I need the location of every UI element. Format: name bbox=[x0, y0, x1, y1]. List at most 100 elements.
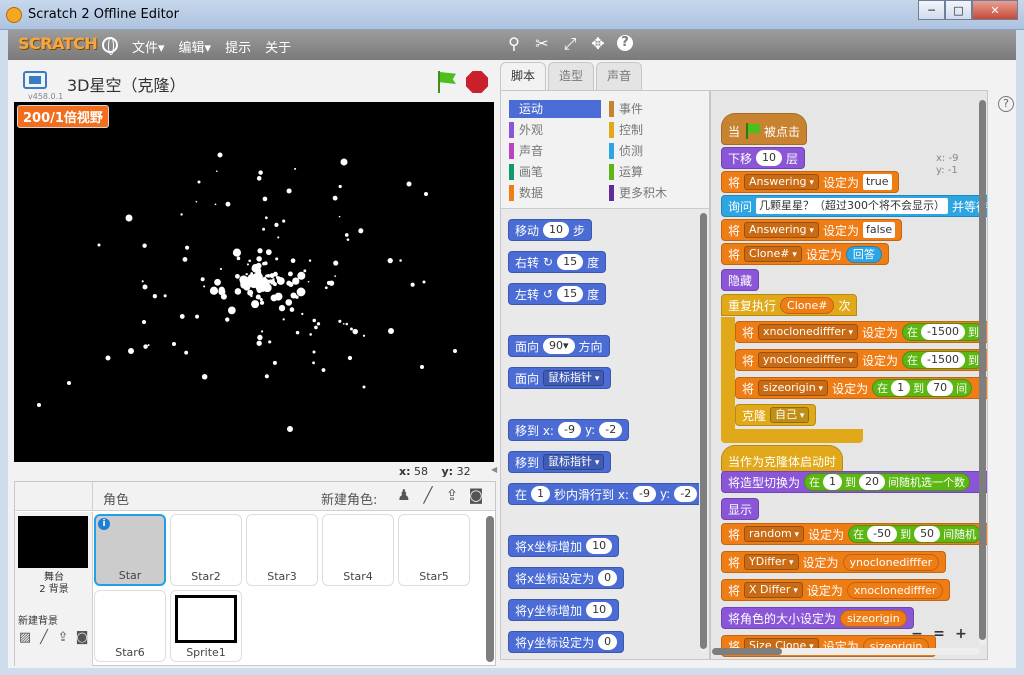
green-flag-icon[interactable] bbox=[435, 71, 457, 93]
sprite-library-icon[interactable]: ♟ bbox=[395, 486, 413, 504]
minimize-button[interactable]: ─ bbox=[918, 0, 945, 20]
menu-edit[interactable]: 编辑▾ bbox=[179, 37, 212, 56]
block-when-flag-clicked[interactable]: 当 被点击 bbox=[721, 113, 808, 145]
presentation-mode-icon[interactable] bbox=[23, 71, 47, 89]
duplicate-icon[interactable]: ⚲ bbox=[505, 35, 523, 53]
block-show[interactable]: 显示 bbox=[721, 498, 760, 520]
sprite-tile-star2[interactable]: Star2 bbox=[170, 514, 242, 586]
stage-selector[interactable]: 舞台 2 背景 新建背景 ▨ ╱ ⇪ ◙ bbox=[15, 512, 93, 666]
shrink-icon[interactable]: ✥ bbox=[589, 35, 607, 53]
block-set-random[interactable]: 将random设定为 在-50到50间随机 bbox=[721, 523, 987, 545]
block-move-steps[interactable]: 移动 10 步 bbox=[508, 219, 593, 241]
block-set-clone-count[interactable]: 将Clone#设定为 回答 bbox=[721, 243, 889, 265]
block-set-ynoclonediffer[interactable]: 将ynoclonedifffer设定为 在-1500到 bbox=[735, 349, 987, 371]
sprite-tile-sprite1[interactable]: Sprite1 bbox=[170, 590, 242, 662]
variable-monitor[interactable]: 200/1倍视野 bbox=[17, 105, 109, 128]
menu-file[interactable]: 文件▾ bbox=[132, 37, 165, 56]
category-looks[interactable]: 外观 bbox=[509, 121, 601, 139]
menu-about[interactable]: 关于 bbox=[265, 37, 291, 56]
block-switch-costume[interactable]: 将造型切换为 在 1 到 20 间随机选一个数 bbox=[721, 471, 987, 493]
block-point-towards[interactable]: 面向 鼠标指针 bbox=[508, 367, 612, 389]
scratch-logo[interactable]: SCRATCH bbox=[18, 34, 98, 53]
block-set-answering-false[interactable]: 将Answering设定为false bbox=[721, 219, 903, 241]
collapse-arrow-icon[interactable]: ◀ bbox=[491, 465, 498, 475]
block-help-icon[interactable]: ? bbox=[998, 96, 1014, 112]
scripts-horizontal-scrollbar[interactable] bbox=[712, 648, 980, 655]
block-point-in-direction[interactable]: 面向 90▾ 方向 bbox=[508, 335, 610, 357]
block-turn-left[interactable]: 左转 ↺ 15 度 bbox=[508, 283, 607, 305]
repeat-arm bbox=[721, 317, 735, 435]
block-go-to-xy[interactable]: 移到 x: -9 y: -2 bbox=[508, 419, 630, 441]
category-operators[interactable]: 运算 bbox=[609, 163, 701, 181]
backdrop-library-icon[interactable]: ▨ bbox=[17, 629, 33, 647]
block-go-back-layers[interactable]: 下移 10 层 bbox=[721, 147, 806, 169]
scripts-area[interactable]: x: -9 y: -1 当 被点击 下移10层 将Answering设定为tru… bbox=[710, 90, 988, 660]
project-title[interactable]: 3D星空（克隆） bbox=[67, 72, 186, 96]
block-repeat[interactable]: 重复执行 Clone# 次 bbox=[721, 294, 858, 316]
camera-icon[interactable]: ◙ bbox=[467, 486, 485, 504]
block-go-to[interactable]: 移到 鼠标指针 bbox=[508, 451, 612, 473]
palette-scrollbar[interactable] bbox=[700, 213, 707, 653]
delete-icon[interactable]: ✂ bbox=[533, 35, 551, 53]
block-set-ydiffer[interactable]: 将YDiffer设定为 ynoclonedifffer bbox=[721, 551, 947, 573]
zoom-reset-icon[interactable]: = bbox=[930, 625, 948, 643]
category-sound[interactable]: 声音 bbox=[509, 142, 601, 160]
backdrop-camera-icon[interactable]: ◙ bbox=[74, 629, 90, 647]
info-icon[interactable]: i bbox=[98, 518, 110, 530]
category-motion[interactable]: 运动 bbox=[509, 100, 601, 118]
block-set-xnoclonediffer[interactable]: 将xnoclonedifffer设定为 在-1500到 bbox=[735, 321, 987, 343]
block-change-x[interactable]: 将x坐标增加 10 bbox=[508, 535, 620, 557]
block-set-y[interactable]: 将y坐标设定为 0 bbox=[508, 631, 625, 653]
paint-brush-icon[interactable]: ╱ bbox=[419, 486, 437, 504]
block-set-xdiffer[interactable]: 将X Differ设定为 xnoclonedifffer bbox=[721, 579, 951, 601]
sprite-tile-star3[interactable]: Star3 bbox=[246, 514, 318, 586]
sprite-tile-star[interactable]: i Star bbox=[94, 514, 166, 586]
grow-icon[interactable]: ⤢ bbox=[561, 35, 579, 53]
zoom-in-icon[interactable]: + bbox=[952, 625, 970, 643]
block-set-x[interactable]: 将x坐标设定为 0 bbox=[508, 567, 625, 589]
category-control[interactable]: 控制 bbox=[609, 121, 701, 139]
language-globe-icon[interactable] bbox=[102, 37, 118, 55]
stop-sign-icon[interactable] bbox=[466, 71, 488, 93]
category-events[interactable]: 事件 bbox=[609, 100, 701, 118]
block-change-y[interactable]: 将y坐标增加 10 bbox=[508, 599, 620, 621]
maximize-button[interactable]: □ bbox=[945, 0, 972, 20]
block-set-size[interactable]: 将角色的大小设定为 sizeorigin bbox=[721, 607, 914, 629]
block-glide[interactable]: 在 1 秒内滑行到 x: -9 y: -2 bbox=[508, 483, 699, 505]
tab-scripts[interactable]: 脚本 bbox=[500, 62, 547, 90]
star-dot bbox=[282, 219, 286, 223]
block-ask-and-wait[interactable]: 询问 几颗星星？（超过300个将不会显示） 并等待 bbox=[721, 195, 987, 217]
backdrop-upload-icon[interactable]: ⇪ bbox=[55, 629, 71, 647]
stage-canvas[interactable]: 200/1倍视野 bbox=[14, 102, 494, 462]
star-dot bbox=[321, 368, 326, 373]
stage-thumbnail[interactable] bbox=[18, 516, 88, 568]
turn-right-icon: ↻ bbox=[543, 255, 554, 269]
sprites-scrollbar[interactable] bbox=[486, 516, 494, 662]
tab-costumes[interactable]: 造型 bbox=[548, 62, 595, 90]
category-data[interactable]: 数据 bbox=[509, 184, 601, 202]
sprite-tile-star6[interactable]: Star6 bbox=[94, 590, 166, 662]
zoom-out-icon[interactable]: − bbox=[908, 625, 926, 643]
block-when-start-as-clone[interactable]: 当作为克隆体启动时 bbox=[721, 445, 844, 473]
category-pen[interactable]: 画笔 bbox=[509, 163, 601, 181]
star-dot bbox=[309, 333, 312, 336]
scripts-vertical-scrollbar[interactable] bbox=[979, 100, 986, 645]
backdrop-paint-icon[interactable]: ╱ bbox=[36, 629, 52, 647]
star-dot bbox=[67, 381, 71, 385]
star-dot bbox=[228, 306, 236, 315]
close-button[interactable]: ✕ bbox=[972, 0, 1018, 20]
block-turn-right[interactable]: 右转 ↻ 15 度 bbox=[508, 251, 607, 273]
menu-tips[interactable]: 提示 bbox=[225, 37, 251, 56]
help-icon[interactable]: ? bbox=[617, 35, 633, 51]
category-more-blocks[interactable]: 更多积木 bbox=[609, 184, 701, 202]
upload-icon[interactable]: ⇪ bbox=[443, 486, 461, 504]
block-hide[interactable]: 隐藏 bbox=[721, 269, 760, 291]
sprite-tile-star5[interactable]: Star5 bbox=[398, 514, 470, 586]
block-set-answering-true[interactable]: 将Answering设定为true bbox=[721, 171, 899, 193]
category-sensing[interactable]: 侦测 bbox=[609, 142, 701, 160]
star-dot bbox=[234, 288, 242, 295]
tab-sounds[interactable]: 声音 bbox=[596, 62, 643, 90]
block-create-clone[interactable]: 克隆 自己 bbox=[735, 404, 817, 426]
block-set-sizeorigin[interactable]: 将sizeorigin设定为 在1到70间 bbox=[735, 377, 987, 399]
sprite-tile-star4[interactable]: Star4 bbox=[322, 514, 394, 586]
